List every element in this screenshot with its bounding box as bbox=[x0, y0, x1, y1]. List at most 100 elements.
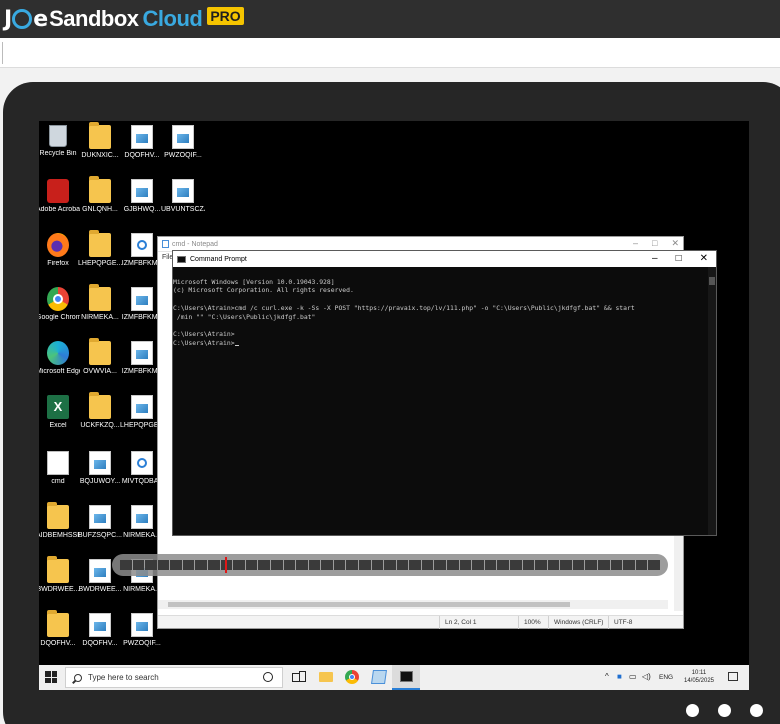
timeline-segment[interactable] bbox=[333, 560, 346, 570]
timeline-segment[interactable] bbox=[258, 560, 270, 570]
desktop-icon[interactable]: BUFZSQPC... bbox=[78, 505, 122, 540]
taskbar-search-box[interactable]: Type here to search bbox=[65, 667, 283, 688]
timeline-segment[interactable] bbox=[409, 560, 421, 570]
scrollbar-thumb[interactable] bbox=[709, 277, 715, 285]
joe-sandbox-logo[interactable]: Je Sandbox Cloud PRO bbox=[4, 5, 244, 33]
windows-desktop-screenshot[interactable]: Recycle Bin DUKNXIC... DQOFHV... PWZOQIF...… bbox=[39, 121, 749, 690]
desktop-icon[interactable]: Adobe Acrobat bbox=[39, 179, 80, 214]
timeline-segment[interactable] bbox=[182, 560, 195, 570]
timeline-segment[interactable] bbox=[547, 560, 560, 570]
desktop-icon[interactable]: GNLQNH... bbox=[78, 176, 122, 214]
chevron-up-icon[interactable]: ^ bbox=[605, 672, 609, 681]
timeline-segment[interactable] bbox=[233, 560, 245, 570]
desktop-icon[interactable]: UBVUNTSCZJ bbox=[161, 179, 205, 214]
cmd-maximize-button[interactable]: □ bbox=[676, 253, 682, 265]
timeline-segment[interactable] bbox=[346, 560, 358, 570]
timeline-segment[interactable] bbox=[585, 560, 597, 570]
timeline-segment[interactable] bbox=[497, 560, 509, 570]
timeline-segment[interactable] bbox=[623, 560, 635, 570]
timeline-segment[interactable] bbox=[296, 560, 308, 570]
desktop-icon[interactable]: NIRMEKA... bbox=[78, 284, 122, 322]
desktop-icon[interactable]: AIDBEMHSSB bbox=[39, 502, 80, 540]
desktop-icon[interactable]: Google Chrome bbox=[39, 287, 80, 322]
timeline-segment[interactable] bbox=[522, 560, 535, 570]
timeline-segment[interactable] bbox=[396, 560, 409, 570]
windows-start-icon[interactable] bbox=[45, 671, 57, 683]
timeline-segment[interactable] bbox=[371, 560, 384, 570]
scrollbar-thumb[interactable] bbox=[168, 602, 570, 607]
cmd-vertical-scrollbar[interactable] bbox=[708, 267, 716, 535]
pager-dot-3[interactable] bbox=[750, 704, 763, 717]
notepad-maximize-button[interactable]: □ bbox=[652, 238, 657, 249]
desktop-icon[interactable]: PWZOQIF... bbox=[161, 125, 205, 160]
timeline-segment[interactable] bbox=[635, 560, 648, 570]
desktop-icon[interactable]: DQOFHV... bbox=[39, 610, 80, 648]
timeline-segment[interactable] bbox=[434, 560, 447, 570]
timeline-segment[interactable] bbox=[597, 560, 610, 570]
timeline-segment[interactable] bbox=[321, 560, 333, 570]
timeline-segment[interactable] bbox=[145, 560, 157, 570]
timeline-segment[interactable] bbox=[120, 560, 132, 570]
timeline-track[interactable] bbox=[120, 560, 660, 570]
timeline-segment[interactable] bbox=[170, 560, 182, 570]
desktop-icon[interactable]: Firefox bbox=[39, 233, 80, 268]
notepad-taskbar-icon[interactable] bbox=[371, 670, 387, 684]
notepad-minimize-button[interactable]: – bbox=[633, 238, 638, 249]
file-explorer-icon[interactable] bbox=[319, 672, 333, 682]
timeline-segment[interactable] bbox=[648, 560, 660, 570]
timeline-segment[interactable] bbox=[195, 560, 208, 570]
timeline-segment[interactable] bbox=[447, 560, 459, 570]
chrome-taskbar-icon[interactable] bbox=[345, 670, 359, 684]
language-indicator[interactable]: ENG bbox=[659, 674, 673, 681]
timeline-segment[interactable] bbox=[270, 560, 283, 570]
timeline-current-marker[interactable] bbox=[225, 557, 227, 573]
cmd-close-button[interactable]: ✕ bbox=[700, 253, 708, 265]
cmd-minimize-button[interactable]: – bbox=[652, 253, 658, 265]
console-output[interactable]: Microsoft Windows [Version 10.0.19043.92… bbox=[173, 267, 716, 365]
desktop-icon[interactable]: UCKFKZQ... bbox=[78, 392, 122, 430]
timeline-segment[interactable] bbox=[560, 560, 572, 570]
desktop-icon[interactable]: BWDRWEE... bbox=[39, 556, 80, 594]
cortana-icon[interactable] bbox=[263, 672, 273, 682]
timeline-segment[interactable] bbox=[132, 560, 145, 570]
timeline-segment[interactable] bbox=[208, 560, 220, 570]
desktop-icon[interactable]: OVWVIA... bbox=[78, 338, 122, 376]
pager-dot-1[interactable] bbox=[686, 704, 699, 717]
timeline-segment[interactable] bbox=[459, 560, 472, 570]
timeline-segment[interactable] bbox=[610, 560, 623, 570]
desktop-icon[interactable]: cmd bbox=[39, 451, 80, 486]
timeline-segment[interactable] bbox=[283, 560, 296, 570]
timeline-segment[interactable] bbox=[472, 560, 484, 570]
desktop-icon[interactable]: Microsoft Edge bbox=[39, 341, 80, 376]
desktop-icon[interactable]: BQJUWOY... bbox=[78, 451, 122, 486]
timeline-segment[interactable] bbox=[509, 560, 522, 570]
desktop-icon[interactable]: DUKNXIC... bbox=[78, 122, 122, 160]
command-prompt-window[interactable]: Command Prompt – □ ✕ Microsoft Windows [… bbox=[172, 250, 717, 536]
notepad-close-button[interactable]: ✕ bbox=[671, 238, 679, 249]
timeline-segment[interactable] bbox=[157, 560, 170, 570]
timeline-segment[interactable] bbox=[484, 560, 497, 570]
timeline-segment[interactable] bbox=[535, 560, 547, 570]
cmd-taskbar-button[interactable] bbox=[392, 665, 420, 690]
network-icon[interactable]: ▭ bbox=[629, 672, 637, 681]
desktop-icon[interactable]: Recycle Bin bbox=[39, 125, 80, 158]
timeline-segment[interactable] bbox=[358, 560, 371, 570]
desktop-icon[interactable]: GJBHWQ... bbox=[120, 179, 164, 214]
notepad-horizontal-scrollbar[interactable] bbox=[158, 600, 668, 609]
timeline-segment[interactable] bbox=[572, 560, 585, 570]
task-view-icon[interactable] bbox=[291, 670, 306, 684]
desktop-icon[interactable]: DQOFHV... bbox=[78, 613, 122, 648]
desktop-icon[interactable]: DQOFHV... bbox=[120, 125, 164, 160]
desktop-icon[interactable]: Excel bbox=[39, 395, 80, 430]
desktop-icon[interactable]: LHEPQPGE... bbox=[78, 230, 122, 268]
notification-icon[interactable] bbox=[728, 672, 738, 681]
pager-dot-2[interactable] bbox=[718, 704, 731, 717]
timeline-segment[interactable] bbox=[421, 560, 434, 570]
timeline-segment[interactable] bbox=[308, 560, 321, 570]
timeline-segment[interactable] bbox=[245, 560, 258, 570]
volume-icon[interactable]: ◁) bbox=[642, 672, 651, 681]
taskbar-clock[interactable]: 10:11 14/05/2025 bbox=[679, 669, 719, 685]
screenshot-timeline[interactable] bbox=[112, 554, 668, 576]
timeline-segment[interactable] bbox=[384, 560, 396, 570]
command-prompt-titlebar[interactable]: Command Prompt – □ ✕ bbox=[173, 251, 716, 267]
